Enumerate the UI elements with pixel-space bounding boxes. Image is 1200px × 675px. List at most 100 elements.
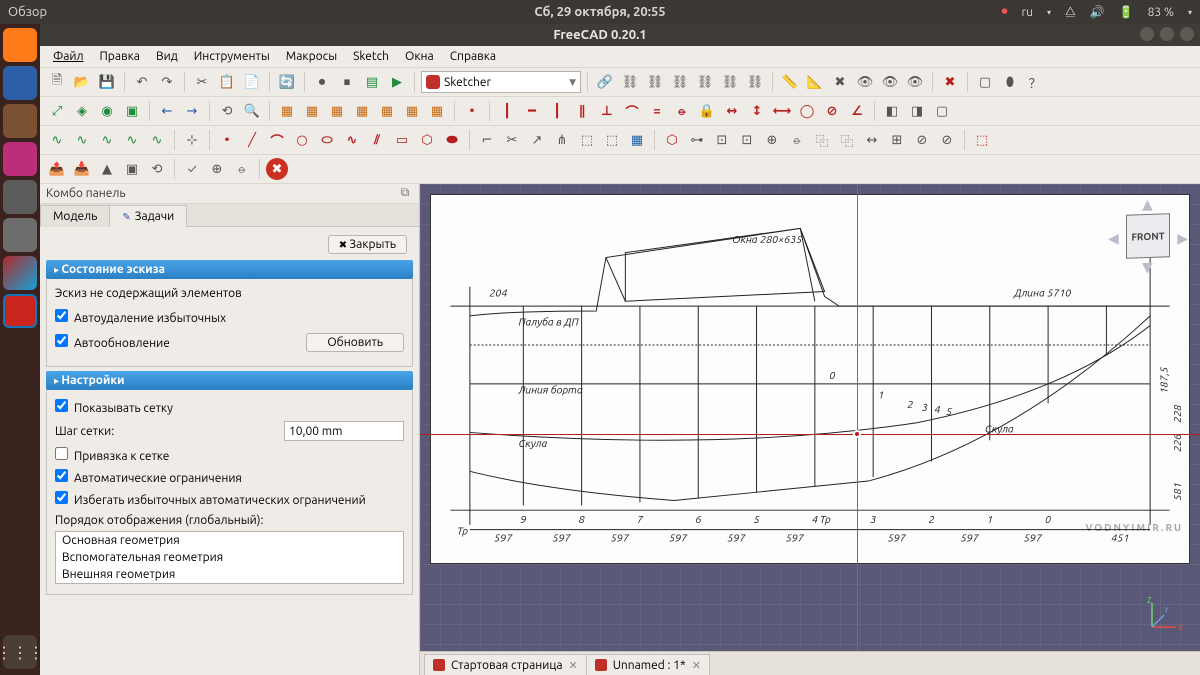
paste-icon[interactable]: 📄	[241, 71, 263, 93]
menu-edit[interactable]: Правка	[93, 48, 147, 65]
section-settings[interactable]: Настройки	[46, 371, 413, 390]
select-constr-icon[interactable]: ▢	[931, 100, 953, 122]
toggle-constr-icon[interactable]: ◧	[881, 100, 903, 122]
geom-line-icon[interactable]: ╱	[241, 129, 263, 151]
constr-distx-icon[interactable]: ↔	[721, 100, 743, 122]
carbon-icon[interactable]: ⬚	[601, 129, 623, 151]
dock-folder-icon[interactable]	[3, 104, 37, 138]
toggle-construction-icon[interactable]: ▦	[626, 129, 648, 151]
dock-show-apps-icon[interactable]: ⋮⋮⋮	[3, 635, 37, 669]
list-item[interactable]: Вспомогательная геометрия	[56, 549, 403, 566]
list-item[interactable]: Внешняя геометрия	[56, 566, 403, 583]
dock-freecad-icon[interactable]	[3, 294, 37, 328]
3d-viewport[interactable]: 204 Палуба в ДП Линия борта Скула Скула …	[420, 184, 1200, 675]
left-view-icon[interactable]: ▦	[426, 100, 448, 122]
mirror-icon[interactable]: ⦵	[231, 158, 253, 180]
sync-view-icon[interactable]: ⟲	[216, 100, 238, 122]
menu-view[interactable]: Вид	[149, 48, 185, 65]
redo-icon[interactable]: ↷	[156, 71, 178, 93]
chk-autoupdate[interactable]: Автообновление	[55, 331, 300, 353]
copy-sketch-icon[interactable]: ⿻	[836, 129, 858, 151]
toggle-driving-icon[interactable]: ◨	[906, 100, 928, 122]
link-icon[interactable]: 🔗	[594, 71, 616, 93]
window-maximize-button[interactable]	[1160, 27, 1174, 41]
close-shape-icon[interactable]: ⬡	[661, 129, 683, 151]
dock-files-icon[interactable]	[3, 66, 37, 100]
bbox-icon[interactable]: ▣	[121, 100, 143, 122]
menu-help[interactable]: Справка	[443, 48, 503, 65]
dock-camera-icon[interactable]	[3, 180, 37, 214]
bspline-knot-icon[interactable]: ∿	[121, 129, 143, 151]
constr-equal-icon[interactable]: =	[646, 100, 668, 122]
link-unlink-icon[interactable]: ⛓	[694, 71, 716, 93]
zoom-icon[interactable]: 🔍	[241, 100, 263, 122]
window-close-button[interactable]	[1180, 27, 1194, 41]
keyboard-layout[interactable]: ru	[1022, 6, 1033, 19]
merge-icon[interactable]: ⊕	[206, 158, 228, 180]
dock-calculator-icon[interactable]	[3, 218, 37, 252]
nav-back-icon[interactable]: ←	[156, 100, 178, 122]
link-sub-icon[interactable]: ⛓	[644, 71, 666, 93]
tab-model[interactable]: Модель	[40, 205, 110, 227]
view-sketch-icon[interactable]: 📥	[71, 158, 93, 180]
part-cyl-icon[interactable]: ⬮	[999, 71, 1021, 93]
reorient-icon[interactable]: ⟲	[146, 158, 168, 180]
delete-constr-icon[interactable]: ⊘	[911, 129, 933, 151]
constr-radius-icon[interactable]: ◯	[796, 100, 818, 122]
select-constr-assoc-icon[interactable]: ⊡	[711, 129, 733, 151]
rear-view-icon[interactable]: ▦	[376, 100, 398, 122]
new-doc-icon[interactable]: 🗎	[46, 71, 68, 93]
menu-macros[interactable]: Макросы	[279, 48, 344, 65]
geom-polyline-icon[interactable]: ⫽	[366, 129, 388, 151]
chk-avoid[interactable]: Избегать избыточных автоматических огран…	[55, 488, 404, 510]
workbench-selector[interactable]: Sketcher ▼	[421, 71, 581, 93]
section-sketch-state[interactable]: Состояние эскиза	[46, 260, 413, 279]
constr-horiz-icon[interactable]: ━	[521, 100, 543, 122]
navigation-cube[interactable]: FRONT ◀ ▶ ▲ ▼	[1108, 196, 1188, 276]
view-section-icon[interactable]: ▲	[96, 158, 118, 180]
constr-symm-icon[interactable]: ⦵	[671, 100, 693, 122]
bspline-poly-icon[interactable]: ∿	[71, 129, 93, 151]
link-replace-icon[interactable]: ⛓	[669, 71, 691, 93]
tab-unnamed-doc[interactable]: Unnamed : 1* ✕	[586, 654, 710, 675]
macro-stop-icon[interactable]: ⏹	[336, 71, 358, 93]
select-origin-icon[interactable]: ⊹	[181, 129, 203, 151]
geom-rect-icon[interactable]: ▭	[391, 129, 413, 151]
undo-icon[interactable]: ↶	[131, 71, 153, 93]
chk-showgrid[interactable]: Показывать сетку	[55, 396, 404, 418]
clone-icon[interactable]: ⿻	[811, 129, 833, 151]
measure-toggle-icon[interactable]: 👁	[854, 71, 876, 93]
geom-slot-icon[interactable]: ⬬	[441, 129, 463, 151]
close-button[interactable]: Закрыть	[328, 235, 407, 254]
screen-record-icon[interactable]: ⏺	[1002, 5, 1008, 19]
measure-toggle3d-icon[interactable]: 👁	[879, 71, 901, 93]
bspline-comb-icon[interactable]: ∿	[96, 129, 118, 151]
constraint-delete-icon[interactable]: ✖	[939, 71, 961, 93]
select-elem-assoc-icon[interactable]: ⊡	[736, 129, 758, 151]
part-box-icon[interactable]: ▢	[974, 71, 996, 93]
stop-operation-icon[interactable]: ✖	[266, 158, 288, 180]
delete-geom-icon[interactable]: ⊘	[936, 129, 958, 151]
dock-app-icon[interactable]	[3, 256, 37, 290]
map-sketch-icon[interactable]: ▣	[121, 158, 143, 180]
system-clock[interactable]: Сб, 29 октября, 20:55	[534, 5, 665, 19]
rect-array-icon[interactable]: ⊞	[886, 129, 908, 151]
extend-icon[interactable]: ↗	[526, 129, 548, 151]
fillet-icon[interactable]: ⌐	[476, 129, 498, 151]
constr-vert-icon[interactable]: ┃	[546, 100, 568, 122]
split-icon[interactable]: ⋔	[551, 129, 573, 151]
geom-point-icon[interactable]: •	[216, 129, 238, 151]
link-group-icon[interactable]: ⛓	[619, 71, 641, 93]
copy-icon[interactable]: 📋	[216, 71, 238, 93]
constr-disty-icon[interactable]: ↕	[746, 100, 768, 122]
fit-sel-icon[interactable]: ◈	[71, 100, 93, 122]
tab-tasks[interactable]: Задачи	[109, 205, 187, 227]
whats-this-icon[interactable]: ？	[1024, 71, 1046, 93]
dock-screenshot-icon[interactable]	[3, 142, 37, 176]
sketch-point-icon[interactable]: •	[461, 100, 483, 122]
constr-dist-icon[interactable]: ⟷	[771, 100, 793, 122]
chk-autoremove[interactable]: Автоудаление избыточных	[55, 306, 404, 328]
connect-icon[interactable]: ⊶	[686, 129, 708, 151]
tab-start-page[interactable]: Стартовая страница ✕	[424, 654, 587, 675]
volume-icon[interactable]: 🔊	[1090, 5, 1105, 19]
